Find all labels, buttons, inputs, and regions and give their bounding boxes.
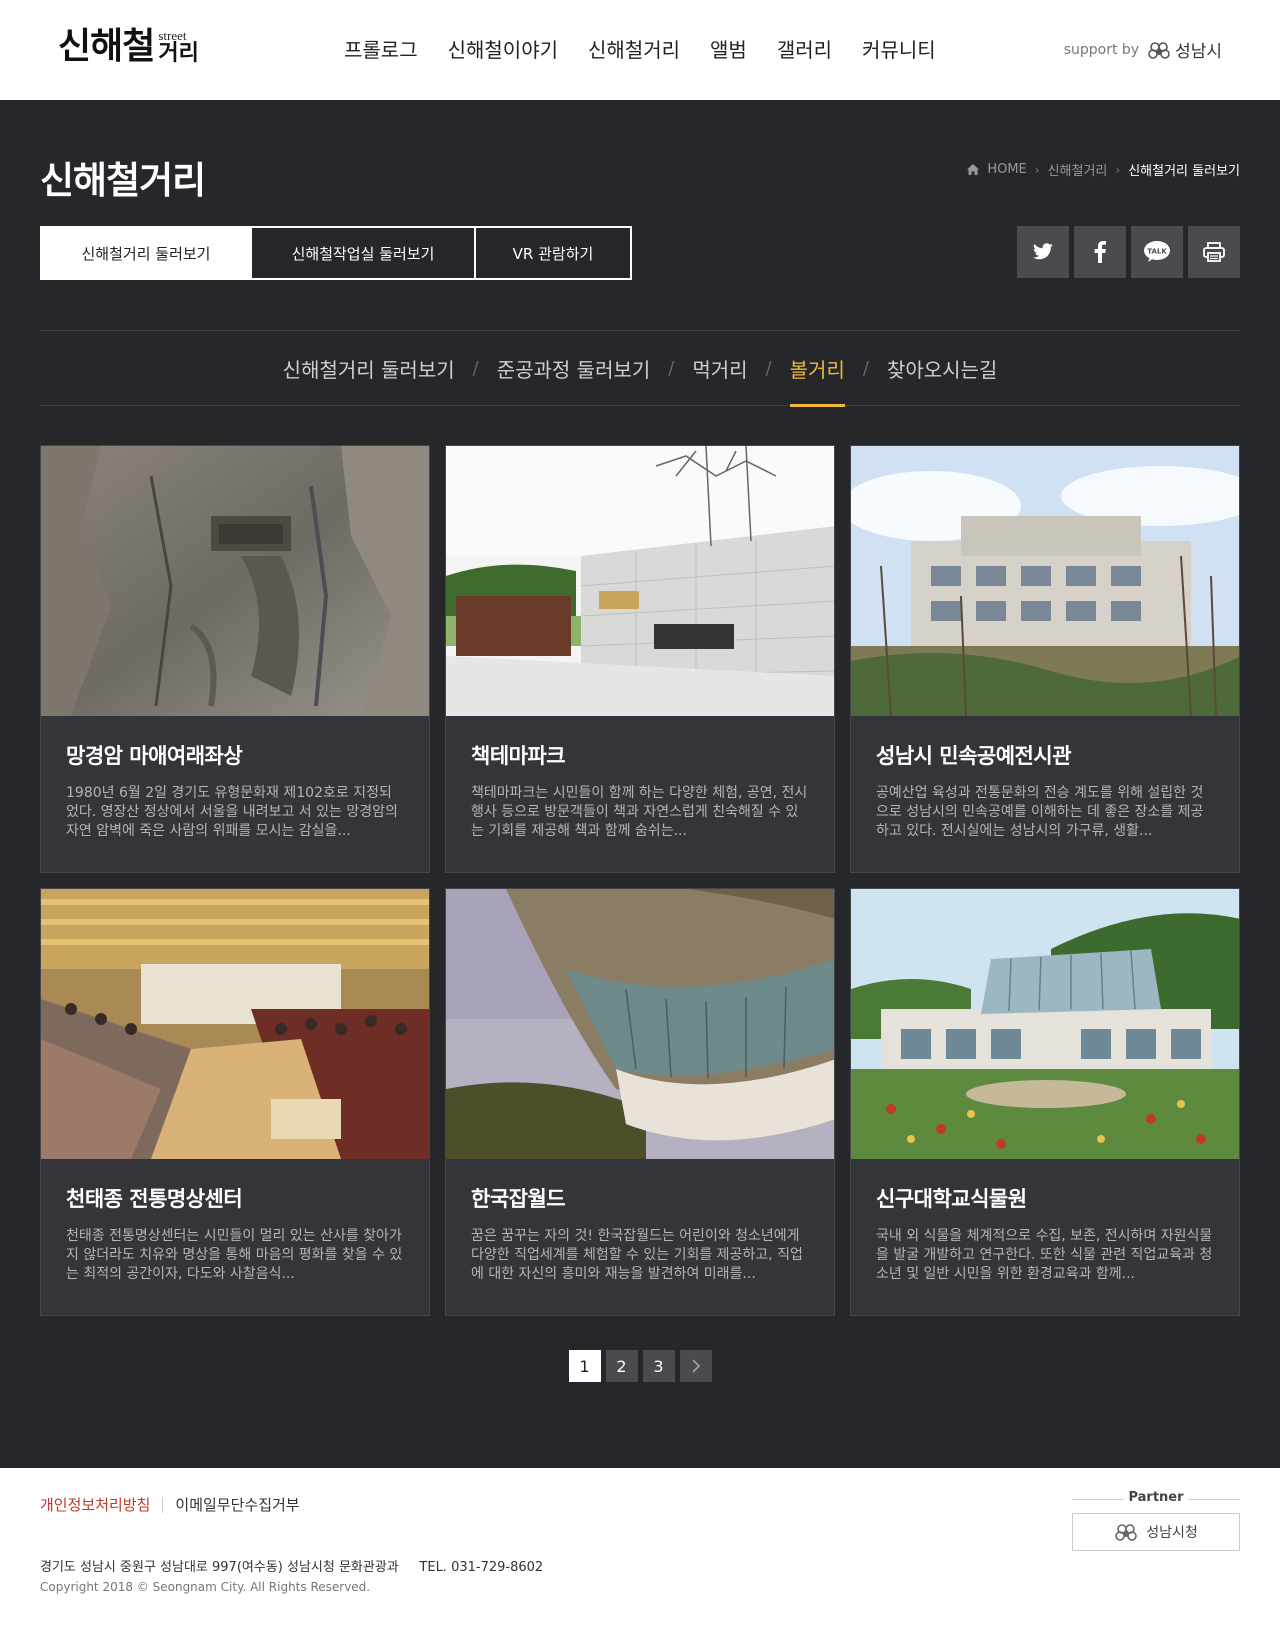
card-body: 천태종 전통명상센터 천태종 전통명상센터는 시민들이 멀리 있는 산사를 찾아… [41, 1159, 429, 1303]
category-separator: / [765, 357, 772, 379]
chevron-right-icon: › [1115, 162, 1121, 177]
category-separator: / [668, 357, 675, 379]
nav-community[interactable]: 커뮤니티 [862, 34, 936, 63]
footer-address: 경기도 성남시 중원구 성남대로 997(여수동) 성남시청 문화관광과 TEL… [40, 1560, 544, 1575]
subtab-street-tour[interactable]: 신해철거리 둘러보기 [40, 226, 252, 280]
pagination: 1 2 3 [0, 1350, 1280, 1382]
twitter-share-button[interactable] [1017, 226, 1069, 278]
category-construction[interactable]: 준공과정 둘러보기 [497, 330, 651, 406]
breadcrumb-home[interactable]: HOME [987, 162, 1026, 177]
card-body: 망경암 마애여래좌상 1980년 6월 2일 경기도 유형문화재 제102호로 … [41, 716, 429, 860]
sight-card[interactable]: 책테마파크 책테마파크는 시민들이 함께 하는 다양한 체험, 공연, 전시행사… [445, 445, 835, 873]
category-sights[interactable]: 볼거리 [789, 330, 846, 407]
card-title: 책테마파크 [471, 744, 566, 768]
card-body: 책테마파크 책테마파크는 시민들이 함께 하는 다양한 체험, 공연, 전시행사… [446, 716, 834, 860]
card-title: 천태종 전통명상센터 [66, 1187, 243, 1211]
twitter-icon [1033, 243, 1053, 260]
card-title: 망경암 마애여래좌상 [66, 744, 243, 768]
facebook-icon [1094, 241, 1106, 263]
category-street-tour[interactable]: 신해철거리 둘러보기 [283, 330, 455, 406]
sight-card[interactable]: 천태종 전통명상센터 천태종 전통명상센터는 시민들이 멀리 있는 산사를 찾아… [40, 888, 430, 1316]
card-title: 신구대학교식물원 [876, 1187, 1027, 1211]
card-description: 공예산업 육성과 전통문화의 전승 계도를 위해 설립한 것으로 성남시의 민속… [876, 785, 1204, 839]
card-body: 한국잡월드 꿈은 꿈꾸는 자의 것! 한국잡월드는 어린이와 청소년에게 다양한… [446, 1159, 834, 1303]
kakaotalk-icon: TALK [1144, 241, 1170, 262]
svg-text:TALK: TALK [1147, 248, 1167, 256]
card-description: 천태종 전통명상센터는 시민들이 멀리 있는 산사를 찾아가지 않더라도 치유와… [66, 1228, 403, 1282]
share-buttons: TALK [1017, 226, 1240, 278]
category-food[interactable]: 먹거리 [692, 330, 747, 406]
partner-seongnam-link[interactable]: 성남시청 [1072, 1513, 1240, 1551]
partner-name: 성남시청 [1146, 1525, 1198, 1541]
thumbnail-job-world [446, 889, 834, 1159]
main-content: 신해철거리 HOME › 신해철거리 › 신해철거리 둘러보기 신해철거리 둘러… [0, 100, 1280, 1468]
breadcrumb-current: 신해철거리 둘러보기 [1128, 164, 1240, 179]
logo-geori-text: 거리 [158, 40, 199, 66]
subtab-vr[interactable]: VR 관람하기 [476, 226, 632, 280]
page-button-2[interactable]: 2 [605, 1350, 638, 1382]
card-description: 책테마파크는 시민들이 함께 하는 다양한 체험, 공연, 전시행사 등으로 방… [471, 785, 808, 839]
subtab-studio-tour[interactable]: 신해철작업실 둘러보기 [252, 226, 476, 280]
breadcrumb-section[interactable]: 신해철거리 [1048, 160, 1108, 179]
thumbnail-book-park [446, 446, 834, 716]
seongnam-emblem-icon [1148, 41, 1170, 59]
support-text: support by [1063, 41, 1140, 58]
thumbnail-craft-museum [851, 446, 1239, 716]
card-title: 한국잡월드 [471, 1187, 566, 1211]
support-by: support by 성남시 [1063, 37, 1222, 63]
nav-street[interactable]: 신해철거리 [588, 34, 680, 63]
next-page-button[interactable] [679, 1350, 712, 1382]
page-button-1[interactable]: 1 [568, 1350, 601, 1382]
support-org: 성남시 [1175, 42, 1222, 62]
footer-copyright: Copyright 2018 © Seongnam City. All Righ… [40, 1580, 371, 1594]
sight-card[interactable]: 한국잡월드 꿈은 꿈꾸는 자의 것! 한국잡월드는 어린이와 청소년에게 다양한… [445, 888, 835, 1316]
breadcrumb: HOME › 신해철거리 › 신해철거리 둘러보기 [967, 160, 1240, 179]
sight-card[interactable]: 신구대학교식물원 국내 외 식물을 체계적으로 수집, 보존, 전시하며 자원식… [850, 888, 1240, 1316]
print-button[interactable] [1188, 226, 1240, 278]
site-header: 신해철 street 거리 프롤로그 신해철이야기 신해철거리 앨범 갤러리 커… [0, 0, 1280, 100]
seongnam-logo[interactable]: 성남시 [1147, 37, 1222, 62]
chevron-right-icon: › [1034, 162, 1040, 177]
card-body: 성남시 민속공예전시관 공예산업 육성과 전통문화의 전승 계도를 위해 설립한… [851, 716, 1239, 860]
page-title: 신해철거리 [40, 159, 206, 202]
seongnam-emblem-icon [1115, 1524, 1138, 1541]
footer-links: 개인정보처리방침 이메일무단수집거부 [40, 1494, 300, 1515]
thumbnail-botanical-garden [851, 889, 1239, 1159]
thumbnail-rock-carving [41, 446, 429, 716]
sight-card[interactable]: 성남시 민속공예전시관 공예산업 육성과 전통문화의 전승 계도를 위해 설립한… [850, 445, 1240, 873]
sight-card[interactable]: 망경암 마애여래좌상 1980년 6월 2일 경기도 유형문화재 제102호로 … [40, 445, 430, 873]
page-button-3[interactable]: 3 [642, 1350, 675, 1382]
home-icon [967, 164, 980, 175]
nav-album[interactable]: 앨범 [710, 34, 747, 63]
logo-main-text: 신해철 [58, 25, 155, 67]
card-description: 1980년 6월 2일 경기도 유형문화재 제102호로 지정되었다. 영장산 … [66, 785, 398, 839]
sights-grid: 망경암 마애여래좌상 1980년 6월 2일 경기도 유형문화재 제102호로 … [40, 445, 1240, 1316]
partner-label: Partner [1072, 1490, 1240, 1505]
thumbnail-meditation-center [41, 889, 429, 1159]
footer-divider [162, 1496, 164, 1513]
site-logo[interactable]: 신해철 street 거리 [58, 28, 199, 64]
site-footer: 개인정보처리방침 이메일무단수집거부 경기도 성남시 중원구 성남대로 997(… [0, 1468, 1280, 1636]
logo-side: street 거리 [158, 29, 198, 64]
category-directions[interactable]: 찾아오시는길 [887, 330, 997, 406]
facebook-share-button[interactable] [1074, 226, 1126, 278]
card-body: 신구대학교식물원 국내 외 식물을 체계적으로 수집, 보존, 전시하며 자원식… [851, 1159, 1239, 1303]
category-nav: 신해철거리 둘러보기 / 준공과정 둘러보기 / 먹거리 / 볼거리 / 찾아오… [40, 330, 1240, 407]
kakaotalk-share-button[interactable]: TALK [1131, 226, 1183, 278]
nav-story[interactable]: 신해철이야기 [448, 34, 558, 63]
print-icon [1203, 242, 1225, 262]
card-description: 꿈은 꿈꾸는 자의 것! 한국잡월드는 어린이와 청소년에게 다양한 직업세계를… [471, 1228, 803, 1282]
main-nav: 프롤로그 신해철이야기 신해철거리 앨범 갤러리 커뮤니티 [344, 34, 936, 63]
email-refusal-link[interactable]: 이메일무단수집거부 [175, 1494, 299, 1515]
subtabs: 신해철거리 둘러보기 신해철작업실 둘러보기 VR 관람하기 [40, 226, 632, 280]
category-separator: / [862, 357, 869, 379]
category-separator: / [472, 357, 479, 379]
privacy-policy-link[interactable]: 개인정보처리방침 [40, 1494, 150, 1515]
nav-prologue[interactable]: 프롤로그 [344, 34, 418, 63]
card-title: 성남시 민속공예전시관 [876, 744, 1072, 768]
partner-block: Partner 성남시청 [1072, 1490, 1240, 1551]
card-description: 국내 외 식물을 체계적으로 수집, 보존, 전시하며 자원식물을 발굴 개발하… [876, 1228, 1213, 1282]
chevron-right-icon [691, 1359, 700, 1373]
nav-gallery[interactable]: 갤러리 [777, 34, 832, 63]
